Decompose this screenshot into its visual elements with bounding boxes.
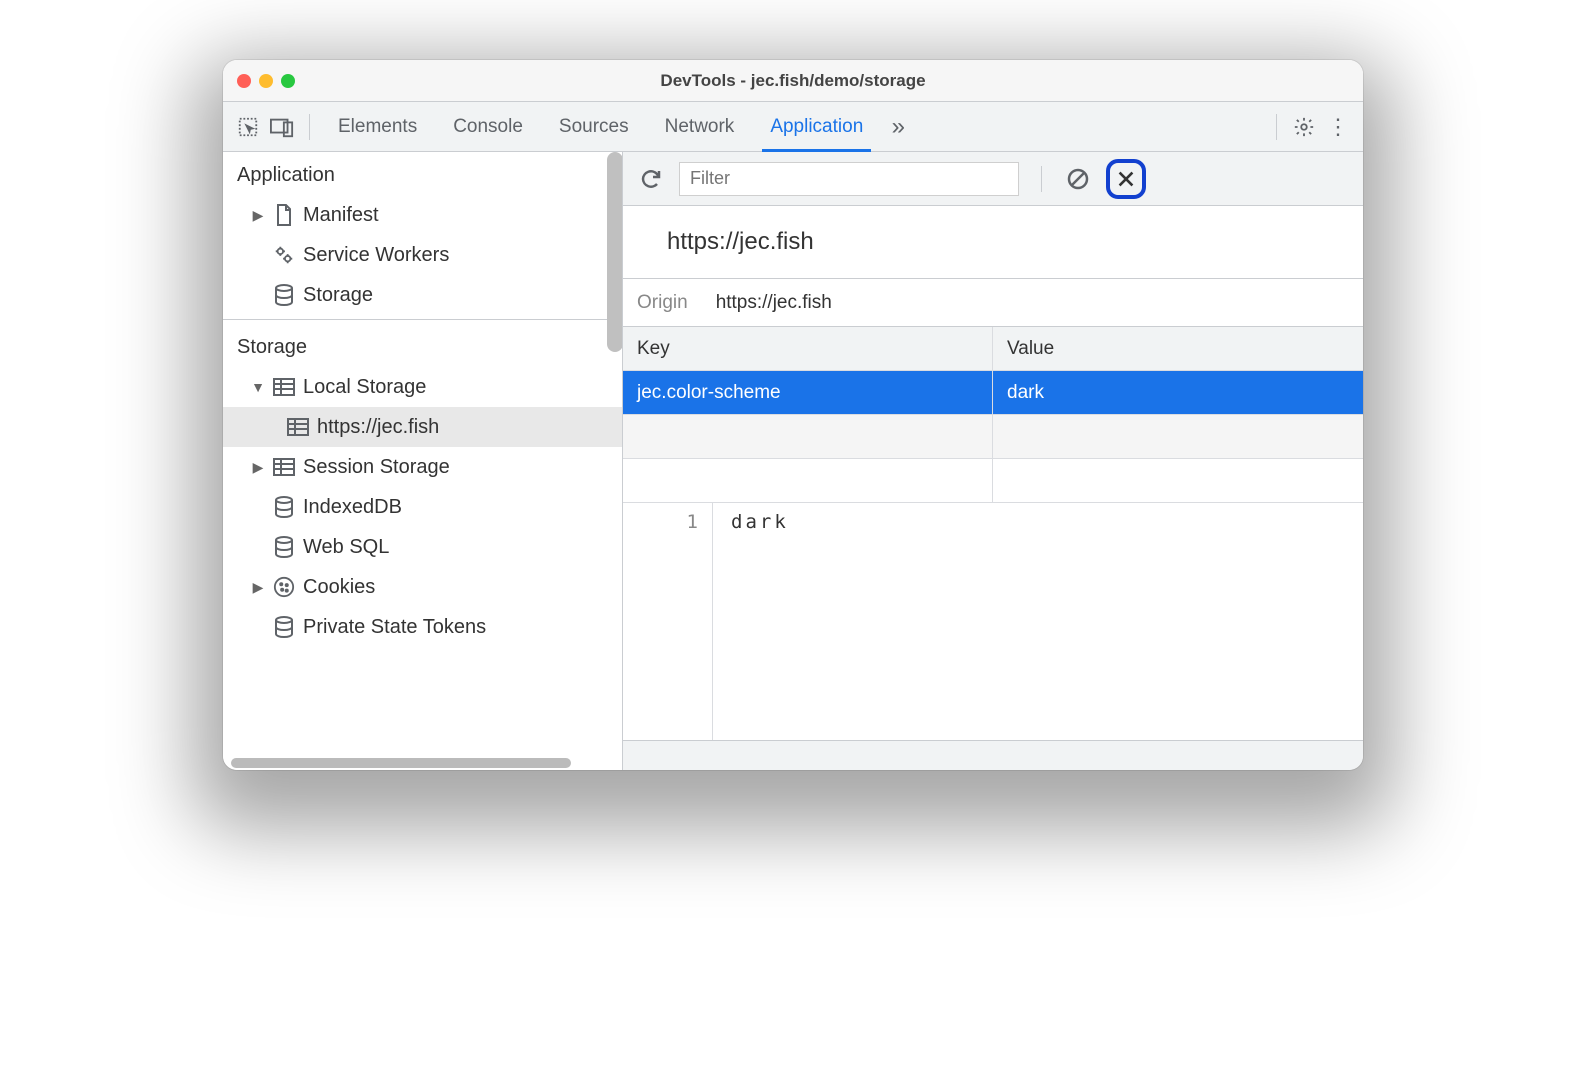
sidebar-item-indexeddb[interactable]: IndexedDB — [223, 487, 622, 527]
origin-value: https://jec.fish — [716, 292, 832, 314]
column-header-value[interactable]: Value — [993, 327, 1363, 370]
window-minimize-button[interactable] — [259, 74, 273, 88]
toolbar-separator — [1041, 166, 1042, 192]
sidebar-item-service-workers[interactable]: Service Workers — [223, 235, 622, 275]
delete-selected-highlight — [1106, 159, 1146, 199]
refresh-icon[interactable] — [637, 165, 665, 193]
devtools-tabstrip: Elements Console Sources Network Applica… — [223, 102, 1363, 152]
sidebar-item-label: https://jec.fish — [317, 416, 439, 439]
tabstrip-separator — [309, 114, 310, 140]
document-icon — [273, 204, 295, 226]
storage-origin-title: https://jec.fish — [623, 206, 1363, 279]
storage-toolbar — [623, 152, 1363, 206]
sidebar-vertical-scrollbar[interactable] — [607, 152, 623, 352]
sidebar-item-local-storage-origin[interactable]: https://jec.fish — [223, 407, 622, 447]
gears-icon — [273, 244, 295, 266]
sidebar-divider — [223, 319, 622, 320]
origin-row: Origin https://jec.fish — [623, 279, 1363, 327]
clear-all-icon[interactable] — [1064, 165, 1092, 193]
sidebar-item-label: IndexedDB — [303, 496, 402, 519]
window-close-button[interactable] — [237, 74, 251, 88]
database-icon — [273, 496, 295, 518]
sidebar-item-session-storage[interactable]: ▶ Session Storage — [223, 447, 622, 487]
sidebar-item-label: Service Workers — [303, 244, 449, 267]
sidebar-section-storage: Storage — [223, 324, 622, 367]
sidebar-item-cookies[interactable]: ▶ Cookies — [223, 567, 622, 607]
devtools-window: DevTools - jec.fish/demo/storage Element… — [223, 60, 1363, 770]
database-icon — [273, 536, 295, 558]
settings-gear-icon[interactable] — [1289, 112, 1319, 142]
value-viewer: 1 dark — [623, 503, 1363, 740]
tab-console[interactable]: Console — [437, 102, 539, 151]
filter-input[interactable] — [679, 162, 1019, 196]
sidebar-item-manifest[interactable]: ▶ Manifest — [223, 195, 622, 235]
window-title: DevTools - jec.fish/demo/storage — [223, 71, 1363, 91]
sidebar-item-label: Manifest — [303, 204, 379, 227]
table-icon — [287, 416, 309, 438]
sidebar-item-label: Cookies — [303, 576, 375, 599]
sidebar-section-application: Application — [223, 152, 622, 195]
table-icon — [273, 376, 295, 398]
delete-selected-icon[interactable] — [1112, 165, 1140, 193]
storage-detail-panel: https://jec.fish Origin https://jec.fish… — [623, 152, 1363, 770]
disclosure-icon: ▶ — [251, 459, 265, 476]
column-header-key[interactable]: Key — [623, 327, 993, 370]
storage-table-header: Key Value — [623, 327, 1363, 371]
main-split: Application ▶ Manifest Service Workers — [223, 152, 1363, 770]
tab-network[interactable]: Network — [649, 102, 751, 151]
window-titlebar: DevTools - jec.fish/demo/storage — [223, 60, 1363, 102]
storage-row-key: jec.color-scheme — [623, 371, 993, 414]
tab-application[interactable]: Application — [754, 102, 879, 151]
viewer-value[interactable]: dark — [713, 503, 789, 740]
sidebar-horizontal-scrollbar[interactable] — [223, 756, 622, 770]
disclosure-icon: ▶ — [251, 207, 265, 224]
tab-elements[interactable]: Elements — [322, 102, 433, 151]
window-maximize-button[interactable] — [281, 74, 295, 88]
sidebar-item-label: Local Storage — [303, 376, 426, 399]
disclosure-icon: ▶ — [251, 579, 265, 596]
more-tabs-icon[interactable]: » — [883, 112, 913, 142]
inspect-element-icon[interactable] — [233, 112, 263, 142]
kebab-menu-icon[interactable]: ⋮ — [1323, 112, 1353, 142]
storage-table: Key Value jec.color-scheme dark — [623, 327, 1363, 503]
traffic-lights — [237, 74, 295, 88]
tabstrip-separator-right — [1276, 114, 1277, 140]
sidebar-item-websql[interactable]: Web SQL — [223, 527, 622, 567]
sidebar-item-label: Web SQL — [303, 536, 389, 559]
sidebar-item-storage[interactable]: Storage — [223, 275, 622, 315]
storage-table-row-empty[interactable] — [623, 415, 1363, 459]
detail-footer — [623, 740, 1363, 770]
sidebar-item-label: Private State Tokens — [303, 616, 486, 639]
cookie-icon — [273, 576, 295, 598]
sidebar-item-private-state-tokens[interactable]: Private State Tokens — [223, 607, 622, 647]
application-sidebar: Application ▶ Manifest Service Workers — [223, 152, 623, 770]
storage-table-row[interactable]: jec.color-scheme dark — [623, 371, 1363, 415]
storage-table-row-empty[interactable] — [623, 459, 1363, 503]
device-toolbar-icon[interactable] — [267, 112, 297, 142]
table-icon — [273, 456, 295, 478]
disclosure-down-icon: ▼ — [251, 379, 265, 395]
database-icon — [273, 284, 295, 306]
sidebar-item-label: Session Storage — [303, 456, 450, 479]
sidebar-item-label: Storage — [303, 284, 373, 307]
storage-row-value: dark — [993, 371, 1363, 414]
sidebar-item-local-storage[interactable]: ▼ Local Storage — [223, 367, 622, 407]
viewer-line-number: 1 — [623, 503, 713, 740]
tab-sources[interactable]: Sources — [543, 102, 645, 151]
origin-label: Origin — [637, 292, 688, 314]
database-icon — [273, 616, 295, 638]
